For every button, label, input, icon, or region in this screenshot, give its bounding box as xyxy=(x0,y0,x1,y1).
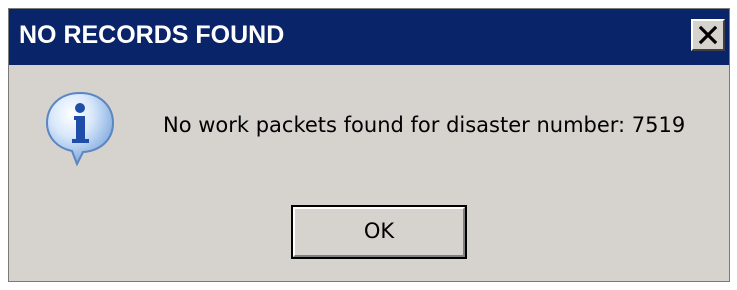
close-button[interactable] xyxy=(691,19,725,51)
dialog-titlebar[interactable]: NO RECORDS FOUND xyxy=(9,9,729,65)
ok-button[interactable]: OK xyxy=(291,205,467,259)
dialog-message: No work packets found for disaster numbe… xyxy=(163,113,686,137)
message-dialog: NO RECORDS FOUND No work packets found f… xyxy=(8,8,730,282)
ok-button-label: OK xyxy=(363,219,395,243)
close-icon xyxy=(698,25,718,45)
information-icon xyxy=(41,89,119,167)
dialog-title: NO RECORDS FOUND xyxy=(19,21,285,49)
